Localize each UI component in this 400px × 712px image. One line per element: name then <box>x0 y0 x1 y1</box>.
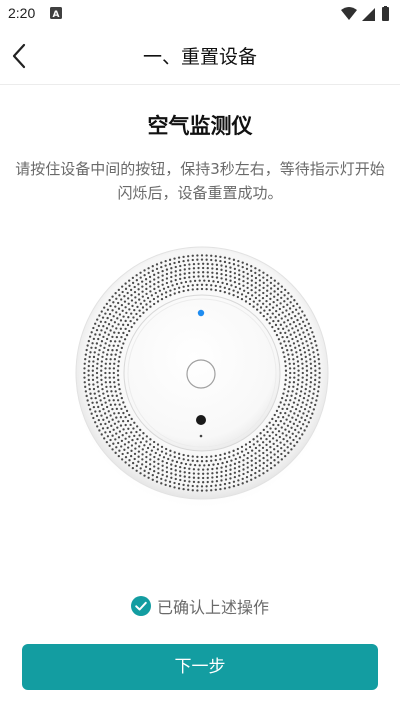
status-time: 2:20 <box>8 5 36 21</box>
confirm-label: 已确认上述操作 <box>156 598 269 617</box>
status-bar: 2:20 A <box>0 0 400 28</box>
air-monitor-device-image <box>72 246 332 510</box>
next-button[interactable]: 下一步 <box>22 644 378 690</box>
header-bar: 一、重置设备 <box>0 28 400 85</box>
check-circle-icon[interactable] <box>130 596 151 616</box>
battery-icon <box>382 6 389 21</box>
a-box-icon: A <box>50 7 62 19</box>
device-title: 空气监测仪 <box>147 114 253 138</box>
status-icons <box>341 6 389 21</box>
instruction-text: 请按住设备中间的按钮，保持3秒左右，等待指示灯开始闪烁后，设备重置成功。 <box>15 160 385 202</box>
wifi-icon <box>341 7 357 20</box>
screen: 2:20 A 一、重置设备 空气监测仪 请按住设备中间的按钮，保持3秒左右，等待… <box>0 0 400 712</box>
indicator-light <box>197 309 205 317</box>
svg-text:A: A <box>53 10 60 19</box>
confirm-checkbox-row[interactable]: 已确认上述操作 <box>0 594 400 620</box>
page-title: 一、重置设备 <box>142 46 257 68</box>
cell-signal-icon <box>362 8 375 21</box>
sensor-hole <box>196 415 206 425</box>
